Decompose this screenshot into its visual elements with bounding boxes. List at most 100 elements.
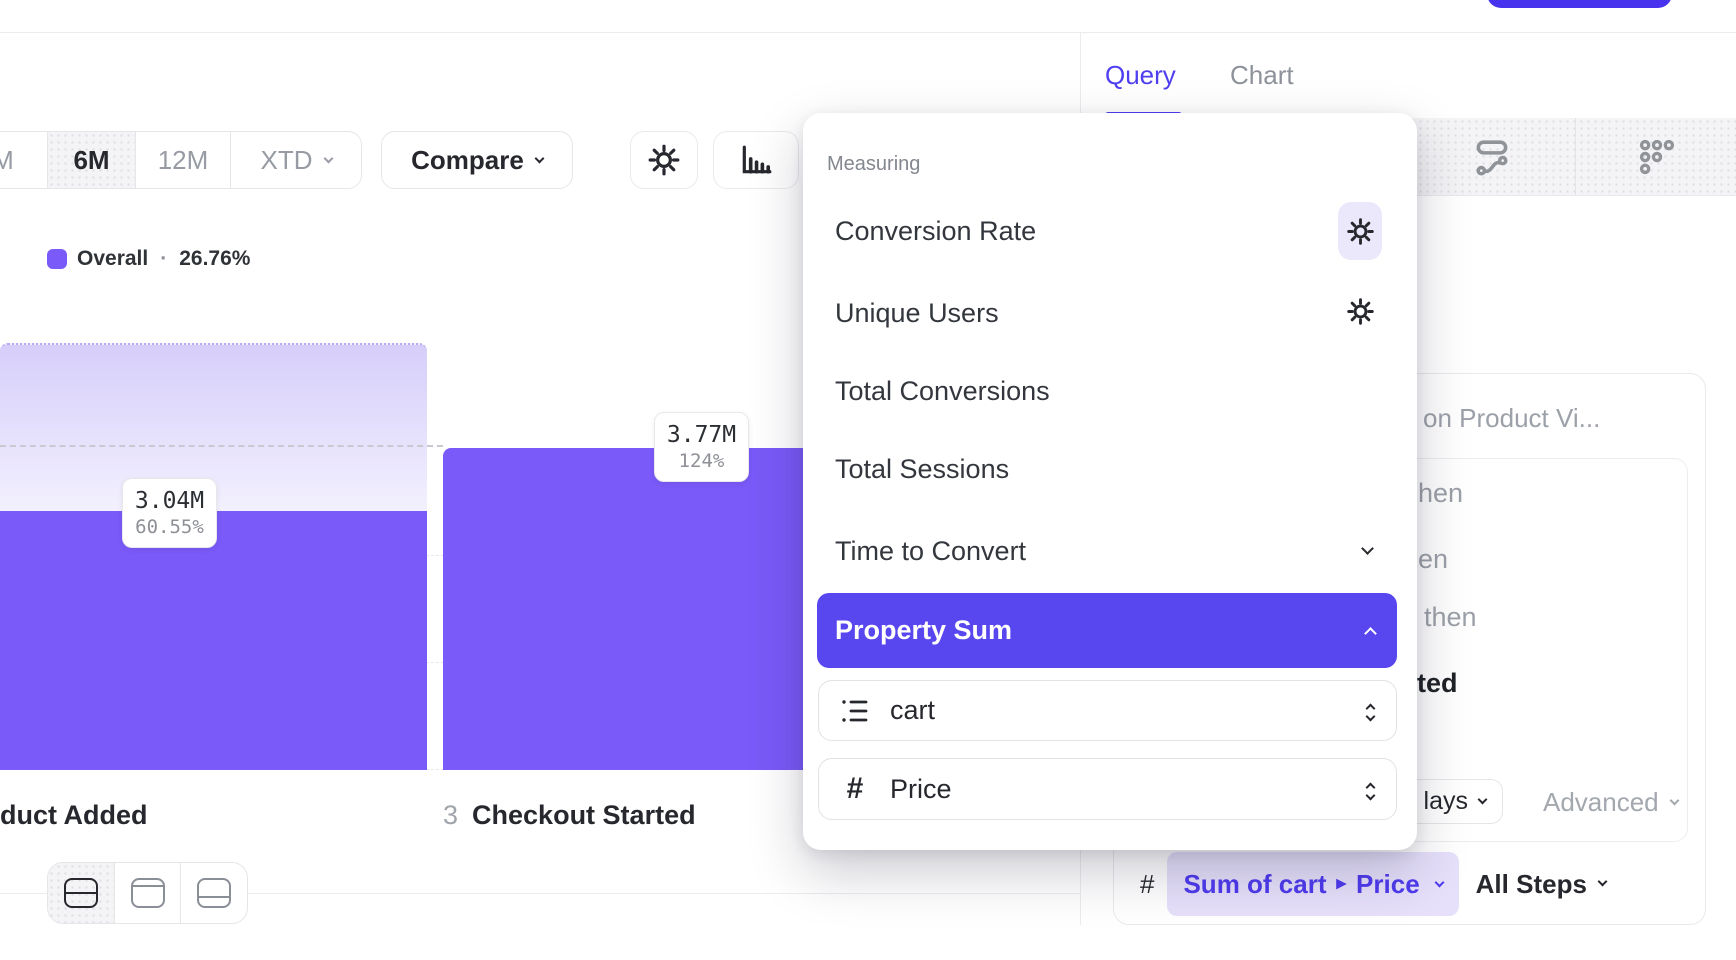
step-axis-label-checkout-started: 3 Checkout Started bbox=[443, 800, 696, 831]
metrics-dots-icon[interactable] bbox=[1638, 138, 1676, 176]
conversion-label: 124% bbox=[679, 450, 725, 472]
conversion-label: 60.55% bbox=[135, 516, 204, 538]
split-rows-icon bbox=[64, 878, 98, 908]
step-axis-label-product-added: duct Added bbox=[0, 800, 148, 831]
menu-item-label: Total Conversions bbox=[835, 376, 1050, 406]
gear-icon bbox=[647, 143, 681, 177]
menu-item-conversion-rate[interactable]: Conversion Rate bbox=[835, 216, 1036, 247]
chevron-down-icon bbox=[1434, 877, 1444, 887]
card-title-fragment: on Product Vi... bbox=[1423, 403, 1600, 434]
top-divider bbox=[0, 32, 1736, 33]
funnel-bar-product-added[interactable] bbox=[0, 511, 427, 770]
bar-chart-icon bbox=[738, 143, 774, 177]
time-range-xtd[interactable]: XTD bbox=[231, 132, 361, 188]
gear-icon bbox=[1346, 297, 1375, 326]
hash-icon: # bbox=[836, 772, 874, 806]
picker-value: Price bbox=[890, 774, 952, 805]
chip-property: Price bbox=[1356, 869, 1420, 900]
sum-of-cart-price-chip[interactable]: Sum of cart ▸ Price bbox=[1167, 852, 1458, 916]
toolbar-divider bbox=[1575, 118, 1576, 195]
compare-label: Compare bbox=[411, 145, 524, 176]
menu-title: Measuring bbox=[827, 153, 920, 176]
arrow-right-icon: ▸ bbox=[1337, 872, 1347, 895]
chart-type-button[interactable] bbox=[713, 131, 799, 189]
tab-chart[interactable]: Chart bbox=[1230, 60, 1294, 91]
time-range-6m[interactable]: 6M bbox=[48, 132, 136, 188]
legend-series-name: Overall bbox=[77, 247, 148, 271]
menu-item-total-sessions[interactable]: Total Sessions bbox=[835, 454, 1009, 485]
chart-legend[interactable]: Overall · 26.76% bbox=[47, 247, 250, 271]
value-label: 3.04M bbox=[135, 488, 204, 514]
tab-label: Query bbox=[1105, 60, 1176, 90]
value-label: 3.77M bbox=[667, 422, 736, 448]
step-name: Checkout Started bbox=[472, 800, 696, 831]
menu-item-label: Conversion Rate bbox=[835, 216, 1036, 246]
time-range-3m[interactable]: M bbox=[0, 132, 48, 188]
stepper-icon bbox=[1367, 701, 1374, 720]
unique-users-settings-button[interactable] bbox=[1338, 282, 1382, 340]
compare-button[interactable]: Compare bbox=[381, 131, 573, 189]
bottom-panel-icon bbox=[197, 878, 231, 908]
funnel-trend-icon[interactable] bbox=[1473, 138, 1511, 176]
menu-item-time-to-convert[interactable]: Time to Convert bbox=[835, 536, 1026, 567]
chevron-down-icon bbox=[1669, 795, 1679, 805]
time-range-label: 12M bbox=[158, 145, 209, 176]
top-panel-icon bbox=[131, 878, 165, 908]
chevron-down-icon bbox=[1361, 542, 1374, 555]
chevron-up-icon bbox=[1364, 627, 1377, 640]
all-steps-dropdown[interactable]: All Steps bbox=[1476, 869, 1606, 900]
step-fragment: hen bbox=[1418, 478, 1463, 509]
stepper-icon bbox=[1367, 780, 1374, 799]
value-callout-checkout-started[interactable]: 3.77M 124% bbox=[654, 412, 749, 482]
legend-separator: · bbox=[160, 247, 167, 271]
step-number: 3 bbox=[443, 800, 458, 831]
menu-item-property-sum-selected[interactable]: Property Sum bbox=[817, 593, 1397, 668]
measurement-summary-row: # Sum of cart ▸ Price All Steps bbox=[1140, 852, 1606, 916]
chevron-down-icon bbox=[1597, 877, 1607, 887]
time-range-label: 6M bbox=[73, 145, 109, 176]
hash-icon: # bbox=[1140, 869, 1154, 900]
delays-dropdown-button[interactable]: lays bbox=[1404, 779, 1503, 824]
delays-label-fragment: lays bbox=[1424, 787, 1468, 816]
layout-top-bar-button[interactable] bbox=[115, 863, 182, 923]
layout-bottom-bar-button[interactable] bbox=[181, 863, 247, 923]
all-steps-label: All Steps bbox=[1476, 869, 1587, 900]
menu-item-label: Unique Users bbox=[835, 298, 999, 328]
analytics-app: M 6M 12M XTD Compare Overall · 26.76% bbox=[0, 0, 1736, 960]
chevron-down-icon bbox=[534, 153, 544, 163]
list-icon bbox=[836, 697, 874, 725]
conversion-rate-settings-button[interactable] bbox=[1338, 202, 1382, 260]
chart-settings-button[interactable] bbox=[630, 131, 698, 189]
property-picker-cart[interactable]: cart bbox=[818, 680, 1397, 741]
time-range-12m[interactable]: 12M bbox=[136, 132, 231, 188]
chevron-down-icon bbox=[323, 153, 333, 163]
menu-item-unique-users[interactable]: Unique Users bbox=[835, 298, 999, 329]
tab-query[interactable]: Query bbox=[1105, 60, 1176, 91]
advanced-dropdown-button[interactable]: Advanced bbox=[1543, 787, 1678, 818]
gear-icon bbox=[1346, 217, 1375, 246]
previous-step-dashed-line bbox=[0, 445, 443, 447]
time-range-label: XTD bbox=[261, 145, 313, 176]
layout-toggle-group bbox=[47, 862, 248, 924]
menu-item-label: Total Sessions bbox=[835, 454, 1009, 484]
value-callout-product-added[interactable]: 3.04M 60.55% bbox=[122, 478, 217, 548]
tab-label: Chart bbox=[1230, 60, 1294, 90]
legend-overall-value: 26.76% bbox=[179, 247, 250, 271]
advanced-label: Advanced bbox=[1543, 787, 1659, 818]
legend-swatch bbox=[47, 249, 67, 269]
step-fragment: en bbox=[1418, 544, 1448, 575]
time-range-segmented-control: M 6M 12M XTD bbox=[0, 131, 362, 189]
measuring-menu: Measuring Conversion Rate Unique Users T… bbox=[803, 113, 1417, 850]
menu-item-total-conversions[interactable]: Total Conversions bbox=[835, 376, 1050, 407]
menu-item-label: Time to Convert bbox=[835, 536, 1026, 566]
chevron-down-icon bbox=[1478, 794, 1488, 804]
property-picker-price[interactable]: # Price bbox=[818, 758, 1397, 820]
layout-split-rows-button[interactable] bbox=[48, 863, 115, 923]
time-range-label: M bbox=[0, 145, 14, 176]
menu-item-label: Property Sum bbox=[835, 615, 1012, 646]
step-name: duct Added bbox=[0, 800, 148, 831]
step-fragment: then bbox=[1424, 602, 1477, 633]
step-fragment: ted bbox=[1417, 668, 1458, 699]
chip-text: Sum of cart bbox=[1183, 869, 1326, 900]
primary-action-button[interactable] bbox=[1487, 0, 1672, 8]
